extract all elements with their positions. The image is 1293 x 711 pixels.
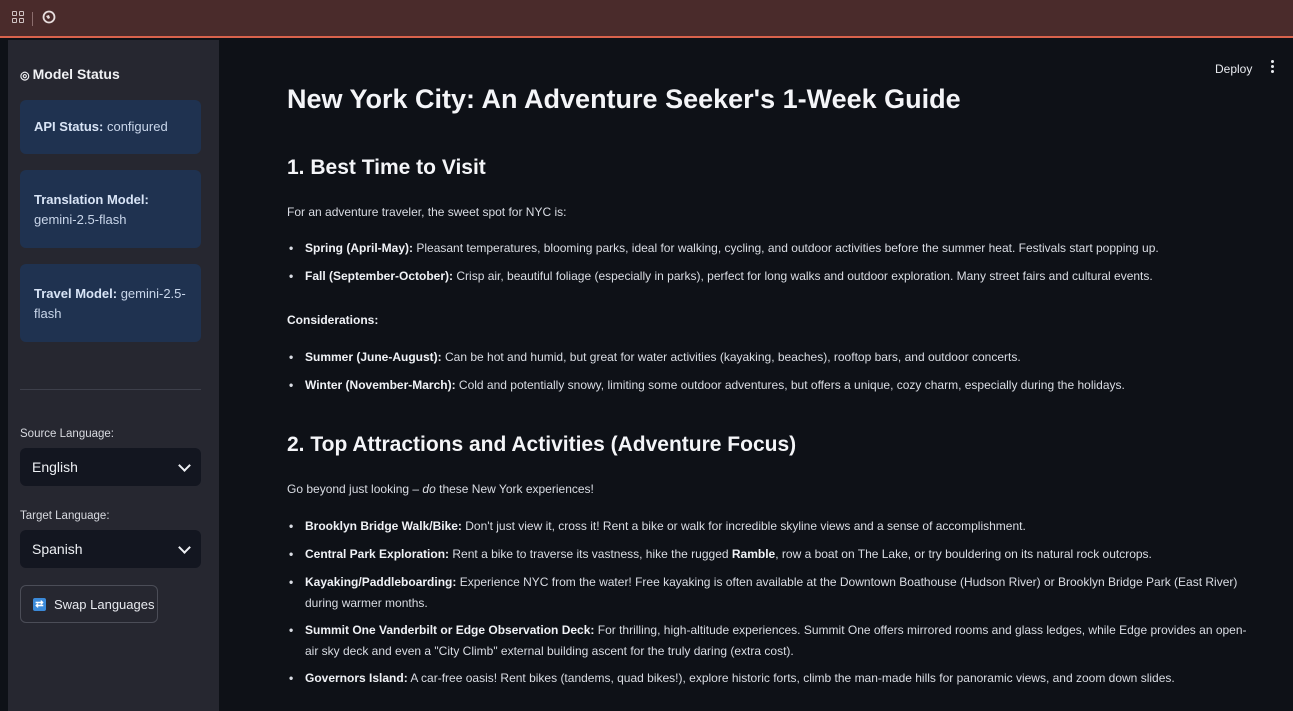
swap-languages-label: Swap Languages <box>54 596 155 612</box>
sidebar-divider <box>20 389 201 390</box>
intro-emphasis: do <box>422 482 436 496</box>
considerations-label: Considerations: <box>287 313 379 327</box>
travel-model-card: Travel Model: gemini-2.5-flash <box>20 264 201 342</box>
bullet-icon: • <box>289 269 294 283</box>
travel-model-label: Travel Model: <box>34 286 118 301</box>
list-item-text: Rent a bike to traverse its vastness, hi… <box>452 547 732 561</box>
source-language-label: Source Language: <box>20 428 114 440</box>
section-heading-best-time: 1. Best Time to Visit <box>287 156 486 179</box>
source-language-select[interactable]: English <box>20 448 201 486</box>
list-item-title: Governors Island: <box>305 671 408 685</box>
list-item: • Central Park Exploration: Rent a bike … <box>287 544 1247 565</box>
list-item-title: Kayaking/Paddleboarding: <box>305 575 457 589</box>
list-item-emphasis: Ramble <box>731 547 776 561</box>
sidebar: ◎ Model Status API Status: configured Tra… <box>8 40 219 711</box>
sidebar-title: ◎ Model Status <box>20 66 120 82</box>
bullet-icon: • <box>289 519 294 533</box>
list-item: • Summit One Vanderbilt or Edge Observat… <box>287 620 1247 662</box>
bullet-icon: • <box>289 575 294 589</box>
list-item-title: Summer (June-August): <box>305 350 442 364</box>
intro-text: Go beyond just looking – <box>287 482 423 496</box>
bullet-icon: • <box>289 241 294 255</box>
translation-model-value: gemini-2.5-flash <box>34 212 127 227</box>
api-status-value: configured <box>106 119 168 134</box>
list-item: • Fall (September-October): Crisp air, b… <box>287 266 1247 287</box>
list-item-text: Can be hot and humid, but great for wate… <box>445 350 1021 364</box>
list-item-title: Winter (November-March): <box>305 378 456 392</box>
section-heading-attractions: 2. Top Attractions and Activities (Adven… <box>287 433 797 456</box>
list-item: • Spring (April-May): Pleasant temperatu… <box>287 238 1247 259</box>
list-item-title: Summit One Vanderbilt or Edge Observatio… <box>305 623 595 637</box>
target-language-value: Spanish <box>32 541 83 557</box>
chevron-down-icon <box>178 540 191 554</box>
swap-languages-button[interactable]: ⇄ Swap Languages <box>20 585 158 623</box>
bullet-icon: • <box>289 547 294 561</box>
browser-toolbar <box>0 0 1293 38</box>
page-title: New York City: An Adventure Seeker's 1-W… <box>287 84 961 114</box>
toolbar-divider <box>32 12 33 26</box>
list-item: • Brooklyn Bridge Walk/Bike: Don't just … <box>287 516 1247 537</box>
list-item: • Governors Island: A car-free oasis! Re… <box>287 668 1247 689</box>
bullet-icon: • <box>289 378 294 392</box>
bullet-icon: • <box>289 623 294 637</box>
list-item: • Summer (June-August): Can be hot and h… <box>287 347 1247 368</box>
target-language-label: Target Language: <box>20 510 110 522</box>
list-item-text: Don't just view it, cross it! Rent a bik… <box>465 519 1026 533</box>
target-language-select[interactable]: Spanish <box>20 530 201 568</box>
list-item-text: Crisp air, beautiful foliage (especially… <box>456 269 1153 283</box>
list-item: • Winter (November-March): Cold and pote… <box>287 375 1247 396</box>
source-language-value: English <box>32 459 78 475</box>
api-status-card: API Status: configured <box>20 100 201 154</box>
bullet-icon: • <box>289 350 294 364</box>
apps-grid-icon[interactable] <box>12 11 24 23</box>
deploy-button[interactable]: Deploy <box>1215 62 1252 76</box>
list-item-title: Spring (April-May): <box>305 241 413 255</box>
list-item: • Kayaking/Paddleboarding: Experience NY… <box>287 572 1247 614</box>
section-intro: Go beyond just looking – do these New Yo… <box>287 482 594 496</box>
list-item-text: Pleasant temperatures, blooming parks, i… <box>416 241 1159 255</box>
list-item-text: A car-free oasis! Rent bikes (tandems, q… <box>410 671 1175 685</box>
bullet-icon: • <box>289 671 294 685</box>
swap-icon: ⇄ <box>33 597 46 611</box>
section-intro: For an adventure traveler, the sweet spo… <box>287 205 567 219</box>
status-dot-icon: ◎ <box>20 70 30 82</box>
translation-model-card: Translation Model: gemini-2.5-flash <box>20 170 201 248</box>
intro-text: these New York experiences! <box>435 482 594 496</box>
list-item-title: Fall (September-October): <box>305 269 454 283</box>
sidebar-title-text: Model Status <box>32 66 120 82</box>
api-status-label: API Status: <box>34 119 104 134</box>
more-options-icon[interactable] <box>1271 60 1275 75</box>
chevron-down-icon <box>178 458 191 472</box>
list-item-title: Brooklyn Bridge Walk/Bike: <box>305 519 462 533</box>
translation-model-label: Translation Model: <box>34 192 149 207</box>
globe-icon[interactable] <box>42 10 56 24</box>
list-item-text: Cold and potentially snowy, limiting som… <box>458 378 1125 392</box>
list-item-text: , row a boat on The Lake, or try boulder… <box>775 547 1152 561</box>
list-item-title: Central Park Exploration: <box>305 547 450 561</box>
